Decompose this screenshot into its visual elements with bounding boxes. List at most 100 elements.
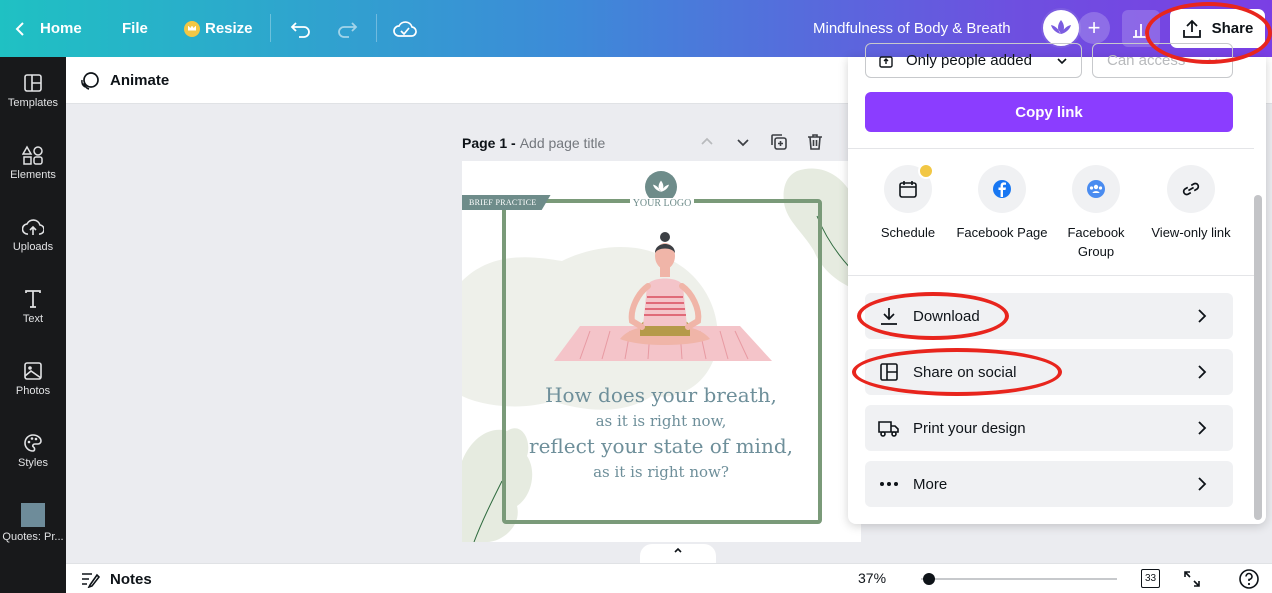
chevron-right-icon <box>1198 421 1207 435</box>
page-count-button[interactable]: 33 <box>1141 569 1160 588</box>
facebook-group-button[interactable] <box>1072 165 1120 213</box>
page-header: Page 1 - Add page title <box>462 130 862 156</box>
option-label: Print your design <box>913 419 1026 437</box>
cloud-save-button[interactable] <box>393 0 417 57</box>
page-count: 33 <box>1144 573 1157 584</box>
more-option[interactable]: More <box>865 461 1233 507</box>
redo-button[interactable] <box>336 0 358 57</box>
people-icon <box>879 55 893 68</box>
shortcut-schedule[interactable]: Schedule <box>860 163 956 242</box>
trash-icon[interactable] <box>805 132 825 152</box>
animate-icon <box>81 71 99 90</box>
divider <box>848 275 1254 276</box>
sidebar-item-templates[interactable]: Templates <box>0 73 66 133</box>
link-icon <box>1182 182 1200 196</box>
file-label: File <box>122 20 148 37</box>
uploads-icon <box>22 219 44 235</box>
quote-line-4: as it is right now? <box>593 463 729 481</box>
resize-label: Resize <box>205 20 253 37</box>
divider <box>270 14 271 42</box>
panel-scrollbar[interactable] <box>1254 195 1262 520</box>
avatar[interactable] <box>1041 8 1081 48</box>
chevron-right-icon <box>1198 365 1207 379</box>
resize-button[interactable]: Resize <box>184 0 253 57</box>
animate-label: Animate <box>110 72 170 89</box>
zoom-slider[interactable] <box>921 578 1117 580</box>
shortcut-label: View-only link <box>1151 225 1231 240</box>
share-panel: Only people added Can access Copy link S… <box>848 43 1266 524</box>
facebook-page-button[interactable] <box>978 165 1026 213</box>
annotation-download-circle <box>857 292 1009 340</box>
zoom-level[interactable]: 37% <box>858 570 886 586</box>
quote-line-3: reflect your state of mind, <box>529 434 793 458</box>
home-label: Home <box>40 20 82 37</box>
file-menu[interactable]: File <box>122 0 148 57</box>
zoom-slider-handle[interactable] <box>923 573 935 585</box>
sidebar-item-label: Quotes: Pr... <box>2 531 64 543</box>
truck-icon <box>878 421 899 437</box>
chevron-right-icon <box>1198 309 1207 323</box>
view-only-link-button[interactable] <box>1167 165 1215 213</box>
templates-icon <box>24 74 42 92</box>
notes-label: Notes <box>110 570 152 588</box>
crown-icon <box>184 20 200 37</box>
annotation-share-circle <box>1145 2 1272 64</box>
sidebar-item-label: Uploads <box>12 241 54 253</box>
divider <box>376 14 377 42</box>
shortcut-label: Schedule <box>880 225 936 240</box>
design-canvas[interactable]: BRIEF PRACTICE YOUR LOGO How does your b… <box>462 161 861 542</box>
print-design-option[interactable]: Print your design <box>865 405 1233 451</box>
shortcut-facebook-page[interactable]: Facebook Page <box>954 165 1050 242</box>
chevron-left-icon <box>15 21 24 36</box>
sidebar-item-project[interactable]: Quotes: Pr... <box>0 503 66 563</box>
sidebar-item-label: Styles <box>18 457 48 469</box>
option-label: More <box>913 475 948 493</box>
sidebar-item-label: Photos <box>15 385 51 397</box>
schedule-icon <box>899 181 917 198</box>
sidebar-item-text[interactable]: Text <box>0 289 66 349</box>
sidebar-item-label: Templates <box>7 97 59 109</box>
sidebar-item-styles[interactable]: Styles <box>0 433 66 493</box>
copy-link-button[interactable]: Copy link <box>865 92 1233 132</box>
home-button[interactable]: Home <box>14 0 82 57</box>
add-collaborator-button[interactable]: + <box>1078 12 1110 44</box>
facebook-group-icon <box>1087 180 1105 198</box>
styles-icon <box>24 434 42 452</box>
sidebar-item-label: Elements <box>10 169 56 181</box>
more-icon <box>880 482 898 486</box>
annotation-share-social-circle <box>852 348 1062 396</box>
sidebar-item-elements[interactable]: Elements <box>0 145 66 205</box>
animate-button[interactable]: Animate <box>80 57 169 104</box>
notes-icon <box>82 573 100 588</box>
sidebar-item-photos[interactable]: Photos <box>0 361 66 421</box>
redo-icon <box>338 21 358 38</box>
notes-button[interactable]: Notes <box>80 564 152 593</box>
fullscreen-icon[interactable] <box>1182 569 1202 589</box>
help-icon[interactable] <box>1238 568 1260 590</box>
sidebar-item-uploads[interactable]: Uploads <box>0 217 66 277</box>
page-title-input[interactable]: Add page title <box>520 135 606 151</box>
crown-icon <box>918 163 934 179</box>
quote-line-2: as it is right now, <box>595 412 727 430</box>
shortcut-label: Facebook Group <box>1067 225 1125 259</box>
sidebar-item-label: Text <box>22 313 44 325</box>
chevron-down-icon <box>1057 57 1067 64</box>
chevron-up-icon <box>674 547 682 553</box>
undo-button[interactable] <box>290 0 312 57</box>
text-icon <box>25 290 41 308</box>
shortcut-view-only-link[interactable]: View-only link <box>1143 165 1239 242</box>
brief-practice-badge: BRIEF PRACTICE <box>462 195 551 210</box>
shortcut-facebook-group[interactable]: Facebook Group <box>1048 165 1144 261</box>
access-select-value: Only people added <box>906 52 1032 69</box>
collapse-pages-button[interactable] <box>640 544 716 564</box>
bottom-bar: Notes 37% 33 <box>66 563 1272 593</box>
project-thumbnail <box>21 503 45 527</box>
chevron-down-icon[interactable] <box>733 132 753 152</box>
chevron-right-icon <box>1198 477 1207 491</box>
left-sidebar: Templates Elements Uploads Text Photos S… <box>0 57 66 593</box>
access-select[interactable]: Only people added <box>865 43 1082 78</box>
schedule-button[interactable] <box>884 163 934 213</box>
lotus-icon <box>1051 20 1071 34</box>
duplicate-page-icon[interactable] <box>769 132 789 152</box>
chevron-up-icon[interactable] <box>697 132 717 152</box>
